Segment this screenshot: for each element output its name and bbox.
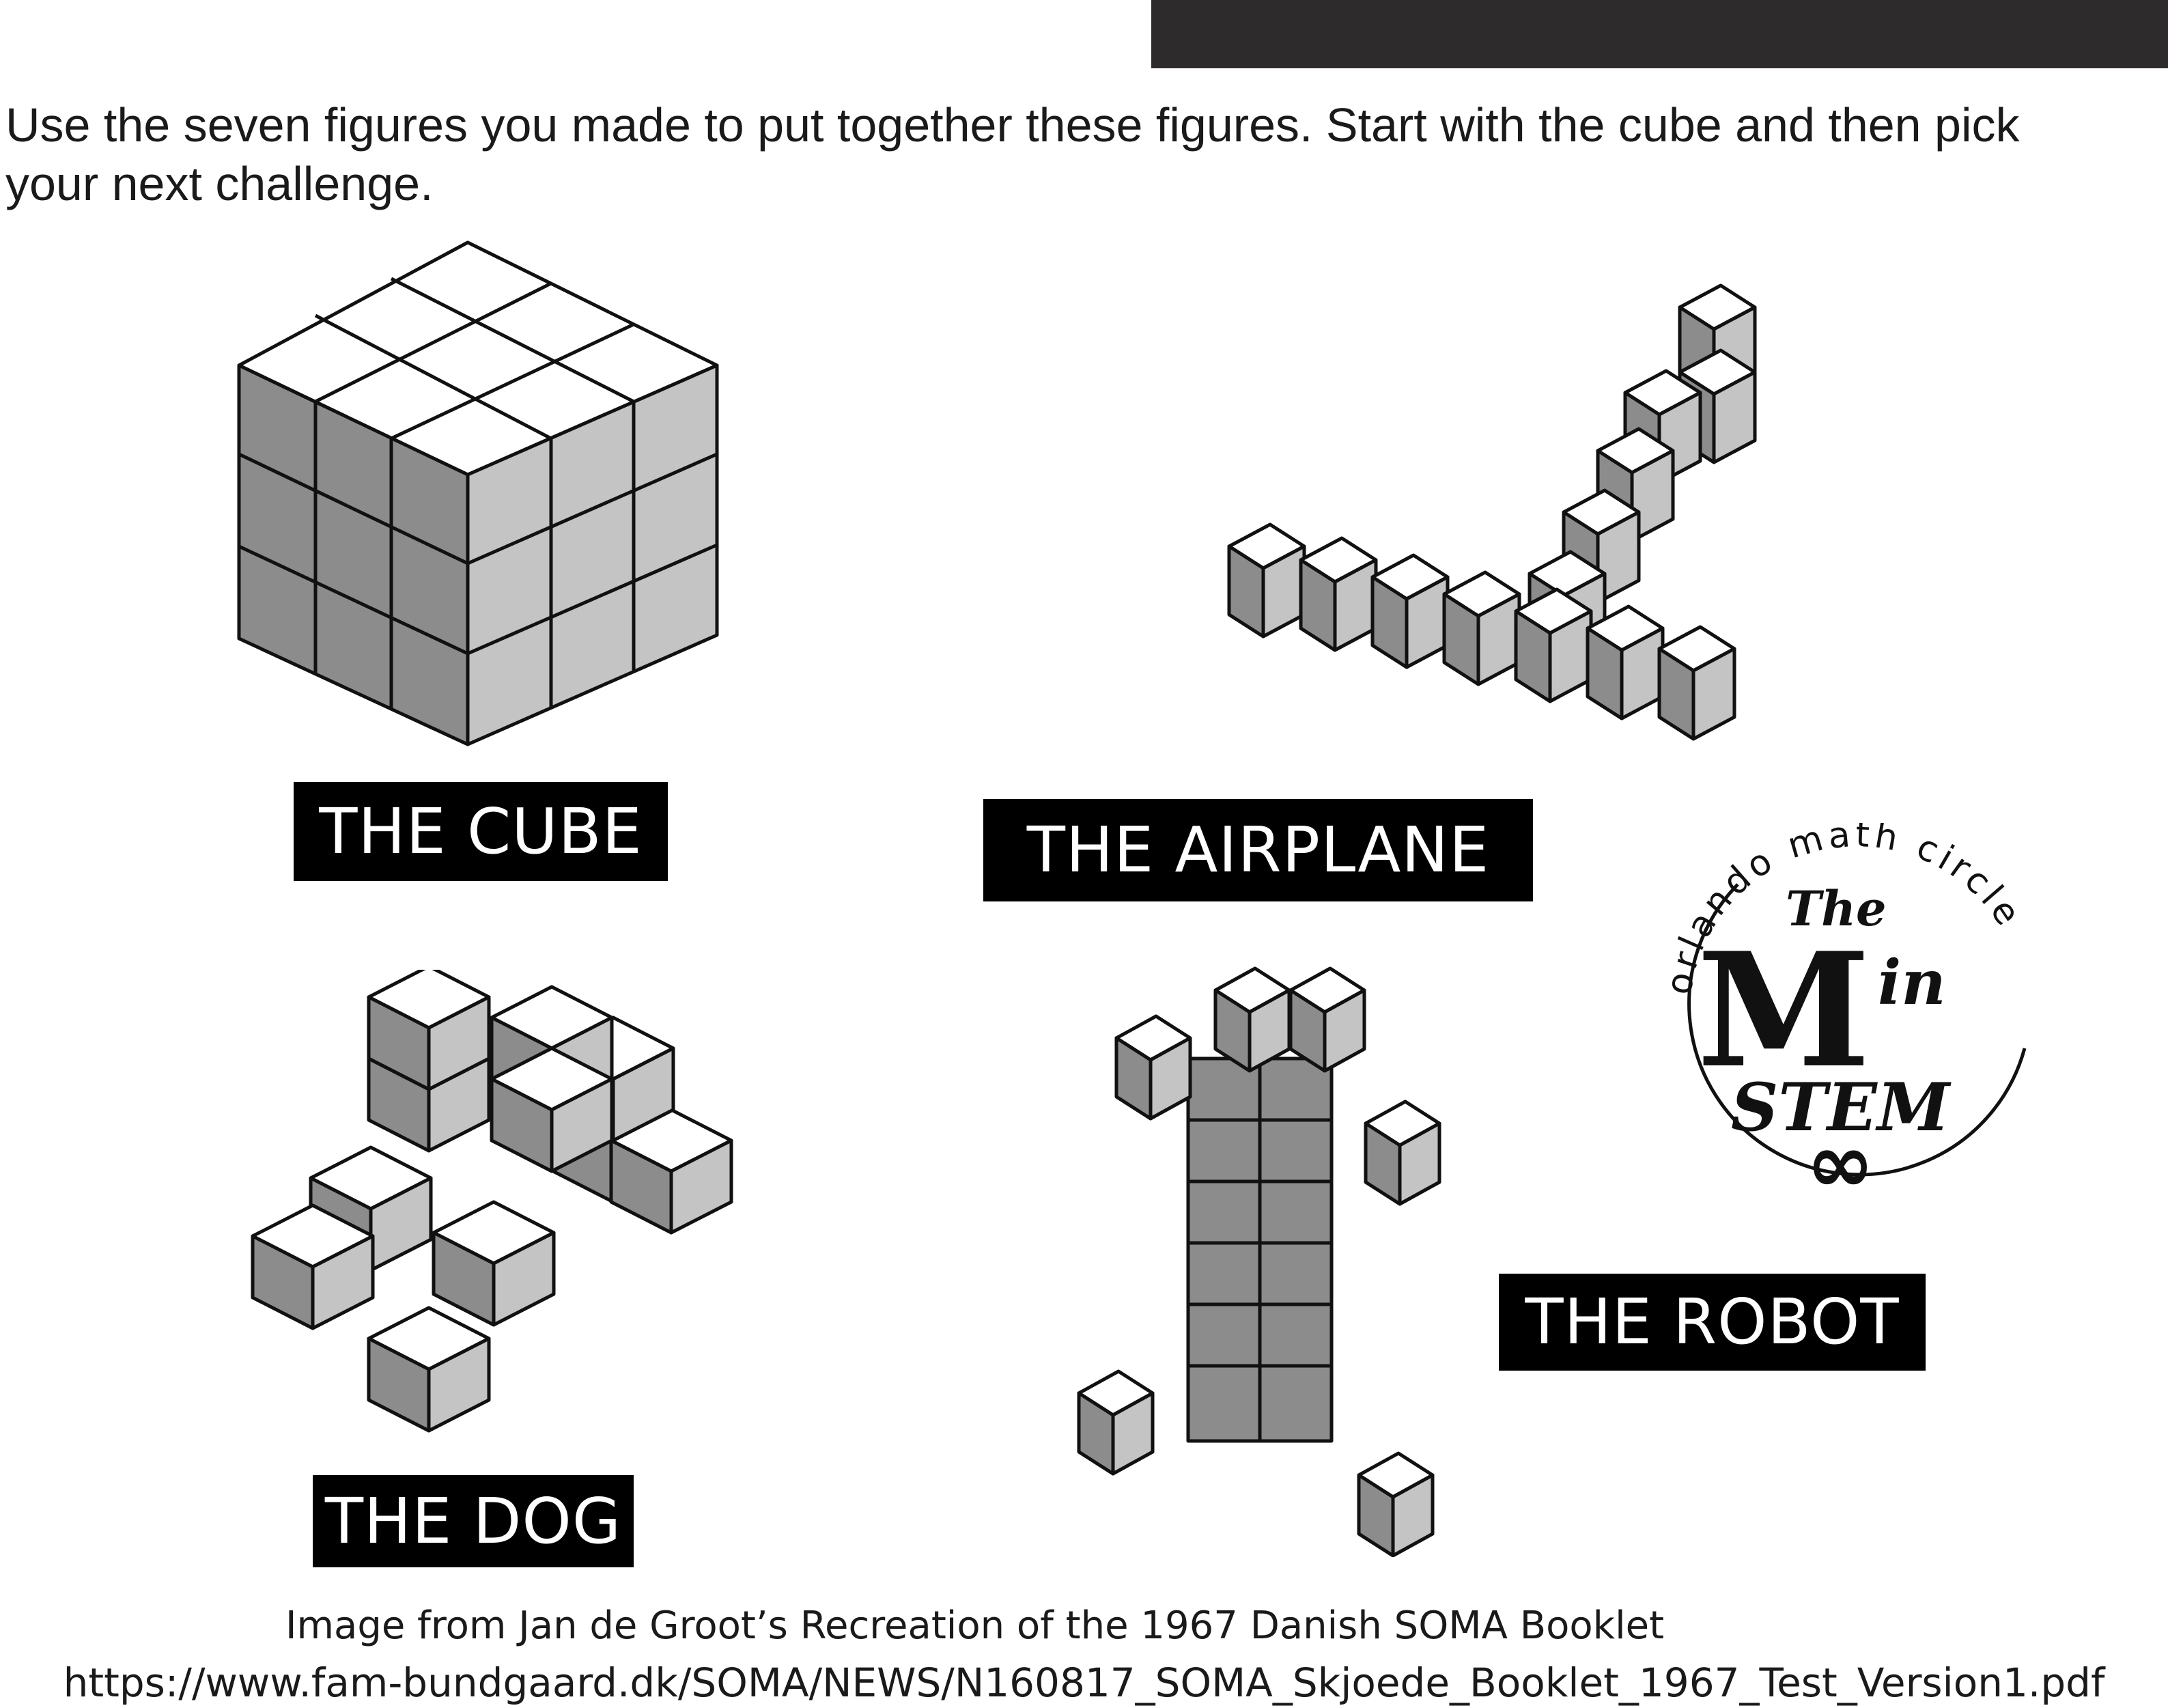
infinity-icon: ∞ <box>1806 1117 1874 1212</box>
header-bar <box>1151 0 2168 68</box>
label-the-cube: THE CUBE <box>294 782 668 881</box>
orlando-math-circle-logo: orlando math circle The M in STEM ∞ <box>1659 823 2027 1212</box>
cube-figure <box>237 240 719 746</box>
instructions-text: Use the seven figures you made to put to… <box>5 98 2020 210</box>
airplane-figure <box>1222 277 1796 823</box>
dog-figure <box>246 970 806 1448</box>
credit-line-1: Image from Jan de Groot’s Recreation of … <box>285 1604 1665 1648</box>
credit-url: https://www.fam-bundgaard.dk/SOMA/NEWS/N… <box>63 1660 2105 1706</box>
label-the-robot: THE ROBOT <box>1499 1274 1926 1371</box>
logo-in: in <box>1878 947 1946 1019</box>
label-the-dog: THE DOG <box>313 1475 634 1567</box>
robot-figure <box>1065 942 1516 1557</box>
label-the-airplane: THE AIRPLANE <box>983 799 1533 901</box>
